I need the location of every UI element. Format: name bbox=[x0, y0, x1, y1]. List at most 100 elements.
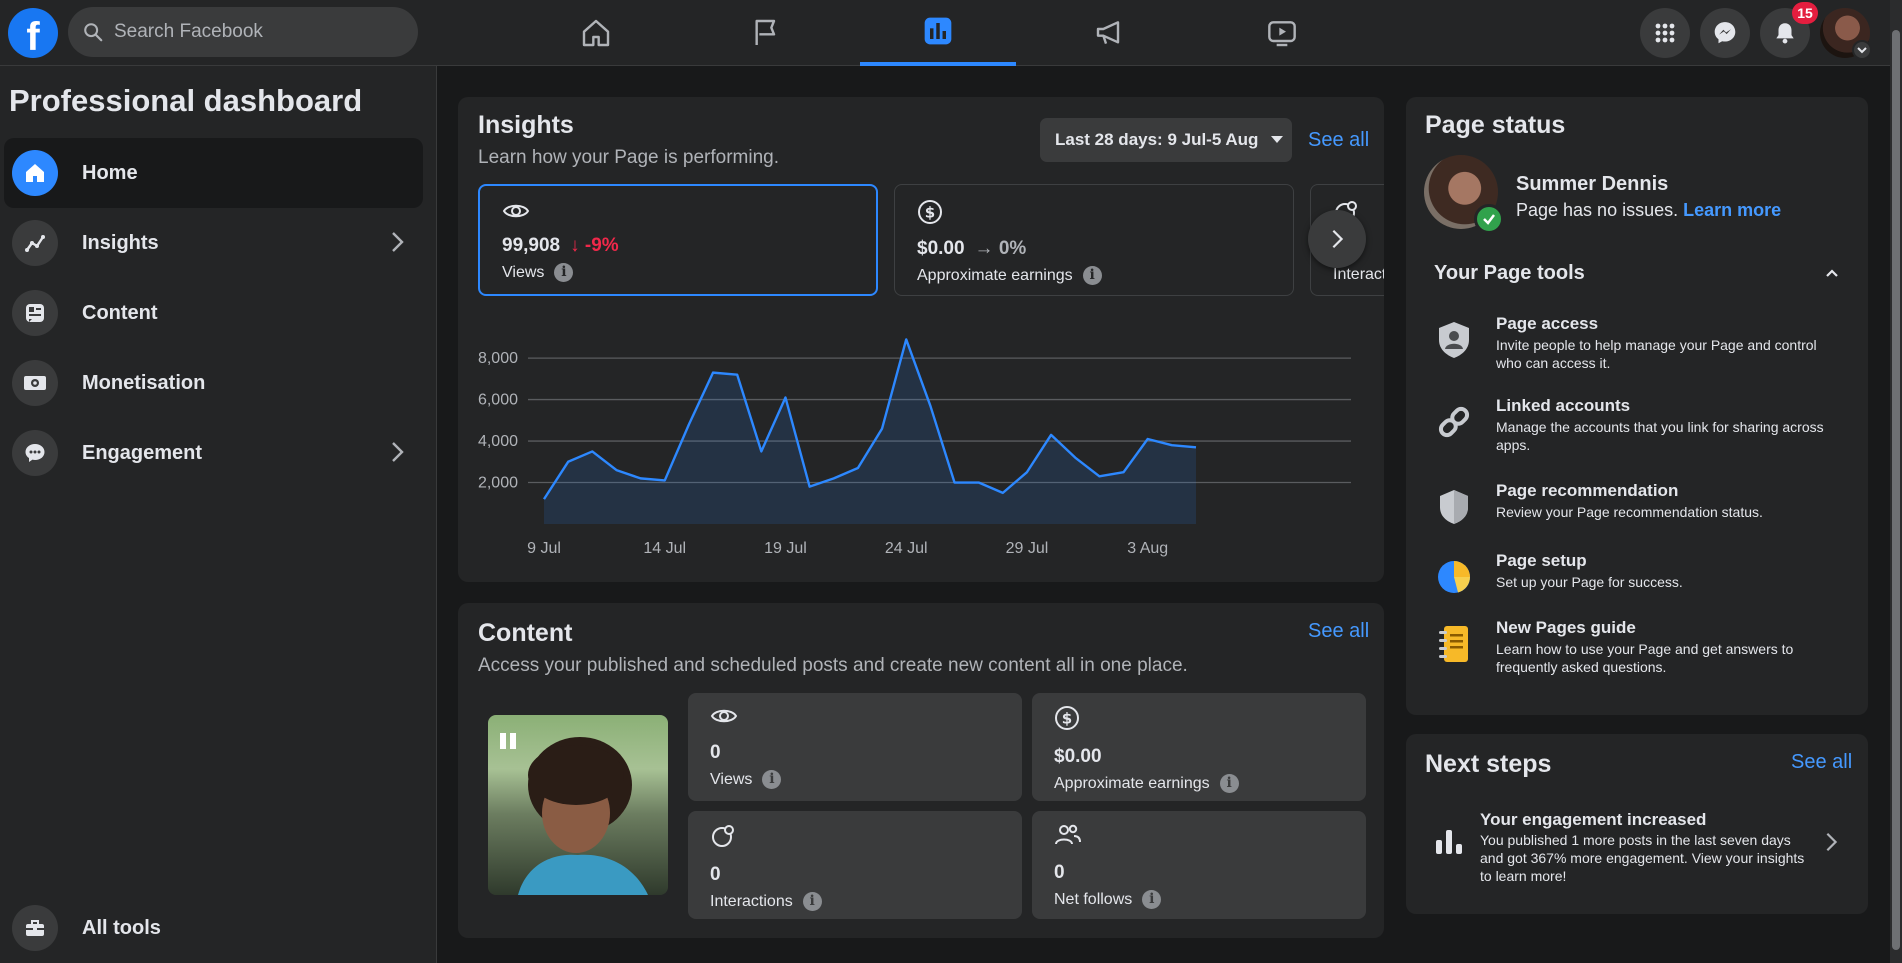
chart-point[interactable] bbox=[1071, 454, 1079, 462]
chart-point[interactable] bbox=[1023, 468, 1031, 476]
nav-dashboard[interactable] bbox=[860, 0, 1016, 66]
chart-point[interactable] bbox=[902, 335, 910, 343]
sidebar-item-monetisation[interactable]: Monetisation bbox=[4, 348, 423, 418]
caret-down-icon bbox=[1271, 136, 1284, 143]
chart-point[interactable] bbox=[975, 479, 983, 487]
chevron-up-icon[interactable] bbox=[1824, 265, 1840, 281]
tool-description: Invite people to help manage your Page a… bbox=[1496, 337, 1817, 371]
search-icon bbox=[84, 23, 103, 42]
chart-point[interactable] bbox=[951, 479, 959, 487]
chart-point[interactable] bbox=[588, 447, 596, 455]
chart-point[interactable] bbox=[661, 476, 669, 484]
tool-page-access[interactable]: Page access Invite people to help manage… bbox=[1434, 314, 1834, 374]
sidebar-item-all-tools[interactable]: All tools bbox=[4, 898, 423, 958]
chart-point[interactable] bbox=[1144, 435, 1152, 443]
post-thumbnail[interactable] bbox=[488, 715, 668, 895]
sidebar-item-insights[interactable]: Insights bbox=[4, 208, 423, 278]
chart-point[interactable] bbox=[806, 483, 814, 491]
chart-point[interactable] bbox=[1168, 441, 1176, 449]
views-metric-card[interactable]: 99,908 ↓ -9% Views i bbox=[478, 184, 878, 296]
facebook-logo[interactable]: f bbox=[8, 8, 58, 58]
metrics-next-button[interactable] bbox=[1308, 210, 1366, 268]
sidebar-item-label: Home bbox=[82, 161, 138, 184]
notebook-icon bbox=[1434, 624, 1474, 664]
info-icon[interactable]: i bbox=[1219, 774, 1239, 793]
chart-point[interactable] bbox=[830, 474, 838, 482]
chart-point[interactable] bbox=[781, 394, 789, 402]
interactions-label: Interact bbox=[1333, 266, 1384, 283]
views-value: 99,908 bbox=[502, 235, 561, 256]
eye-icon bbox=[710, 709, 738, 723]
content-follows-value: 0 bbox=[1054, 862, 1065, 883]
chart-point[interactable] bbox=[878, 425, 886, 433]
search-input[interactable] bbox=[114, 21, 394, 43]
chart-point[interactable] bbox=[1095, 472, 1103, 480]
chart-point[interactable] bbox=[564, 458, 572, 466]
chart-point[interactable] bbox=[685, 420, 693, 428]
info-icon[interactable]: i bbox=[802, 892, 822, 911]
content-see-all-link[interactable]: See all bbox=[1308, 620, 1369, 643]
learn-more-link[interactable]: Learn more bbox=[1683, 200, 1781, 220]
sidebar-item-engagement[interactable]: Engagement bbox=[4, 418, 423, 488]
flag-icon bbox=[755, 19, 776, 45]
nav-pages[interactable] bbox=[688, 0, 844, 66]
pie-chart-icon bbox=[1434, 557, 1474, 597]
eye-icon bbox=[502, 204, 530, 218]
next-step-item[interactable]: Your engagement increased You published … bbox=[1406, 734, 1868, 914]
chart-point[interactable] bbox=[1120, 468, 1128, 476]
chart-point[interactable] bbox=[854, 464, 862, 472]
next-step-description: You published 1 more posts in the last s… bbox=[1480, 832, 1805, 884]
insights-see-all-link[interactable]: See all bbox=[1308, 129, 1369, 152]
chart-point[interactable] bbox=[733, 371, 741, 379]
content-earnings-label: Approximate earnings bbox=[1054, 774, 1210, 792]
shield-icon bbox=[1434, 487, 1474, 527]
chart-point[interactable] bbox=[540, 495, 548, 503]
chart-point[interactable] bbox=[1192, 443, 1200, 451]
chart-point[interactable] bbox=[612, 466, 620, 474]
sidebar-item-content[interactable]: Content bbox=[4, 278, 423, 348]
chart-point[interactable] bbox=[637, 474, 645, 482]
content-earnings-stat: $ $0.00 Approximate earnings i bbox=[1032, 693, 1366, 801]
page-scrollbar[interactable] bbox=[1890, 0, 1902, 963]
scrollbar-thumb[interactable] bbox=[1892, 30, 1900, 950]
earnings-label: Approximate earnings bbox=[917, 266, 1073, 284]
tool-linked-accounts[interactable]: Linked accounts Manage the accounts that… bbox=[1434, 396, 1834, 456]
info-icon[interactable]: i bbox=[1142, 890, 1162, 909]
account-menu-button[interactable] bbox=[1852, 40, 1872, 60]
toolbox-icon bbox=[12, 905, 58, 951]
nav-video[interactable] bbox=[1204, 0, 1360, 66]
search-box[interactable] bbox=[68, 7, 418, 57]
earnings-metric-card[interactable]: $ $0.00 → 0% Approximate earnings i bbox=[894, 184, 1294, 296]
chart-point[interactable] bbox=[757, 447, 765, 455]
x-tick-label: 19 Jul bbox=[764, 540, 807, 557]
nav-ads[interactable] bbox=[1032, 0, 1188, 66]
next-steps-card: Next steps See all Your engagement incre… bbox=[1406, 734, 1868, 914]
dollar-circle-icon: $ bbox=[918, 200, 942, 224]
tool-page-recommendation[interactable]: Page recommendation Review your Page rec… bbox=[1434, 481, 1834, 531]
chart-point[interactable] bbox=[1047, 431, 1055, 439]
post-thumbnail-image bbox=[500, 733, 648, 895]
sidebar-title: Professional dashboard bbox=[9, 83, 363, 118]
chart-point[interactable] bbox=[709, 369, 717, 377]
messenger-button[interactable] bbox=[1700, 8, 1750, 58]
content-title: Content bbox=[478, 619, 573, 647]
nav-home[interactable] bbox=[518, 0, 674, 66]
date-range-dropdown[interactable]: Last 28 days: 9 Jul-5 Aug bbox=[1040, 118, 1292, 162]
chart-point[interactable] bbox=[926, 402, 934, 410]
tool-new-pages-guide[interactable]: New Pages guide Learn how to use your Pa… bbox=[1434, 618, 1834, 678]
chart-point[interactable] bbox=[999, 489, 1007, 497]
page-status-title: Page status bbox=[1425, 111, 1566, 139]
sidebar-item-label: Content bbox=[82, 301, 158, 324]
tool-page-setup[interactable]: Page setup Set up your Page for success. bbox=[1434, 551, 1834, 601]
x-tick-label: 3 Aug bbox=[1127, 540, 1168, 557]
chevron-down-icon bbox=[1857, 47, 1867, 54]
x-tick-label: 29 Jul bbox=[1006, 540, 1049, 557]
notifications-button[interactable]: 15 bbox=[1760, 2, 1818, 58]
info-icon[interactable]: i bbox=[762, 770, 782, 789]
info-icon[interactable]: i bbox=[1082, 266, 1102, 285]
info-icon[interactable]: i bbox=[554, 263, 574, 282]
menu-button[interactable] bbox=[1640, 8, 1690, 58]
sidebar-item-home[interactable]: Home bbox=[4, 138, 423, 208]
sidebar-item-label: Monetisation bbox=[82, 371, 206, 394]
content-card: Content Access your published and schedu… bbox=[458, 603, 1384, 938]
